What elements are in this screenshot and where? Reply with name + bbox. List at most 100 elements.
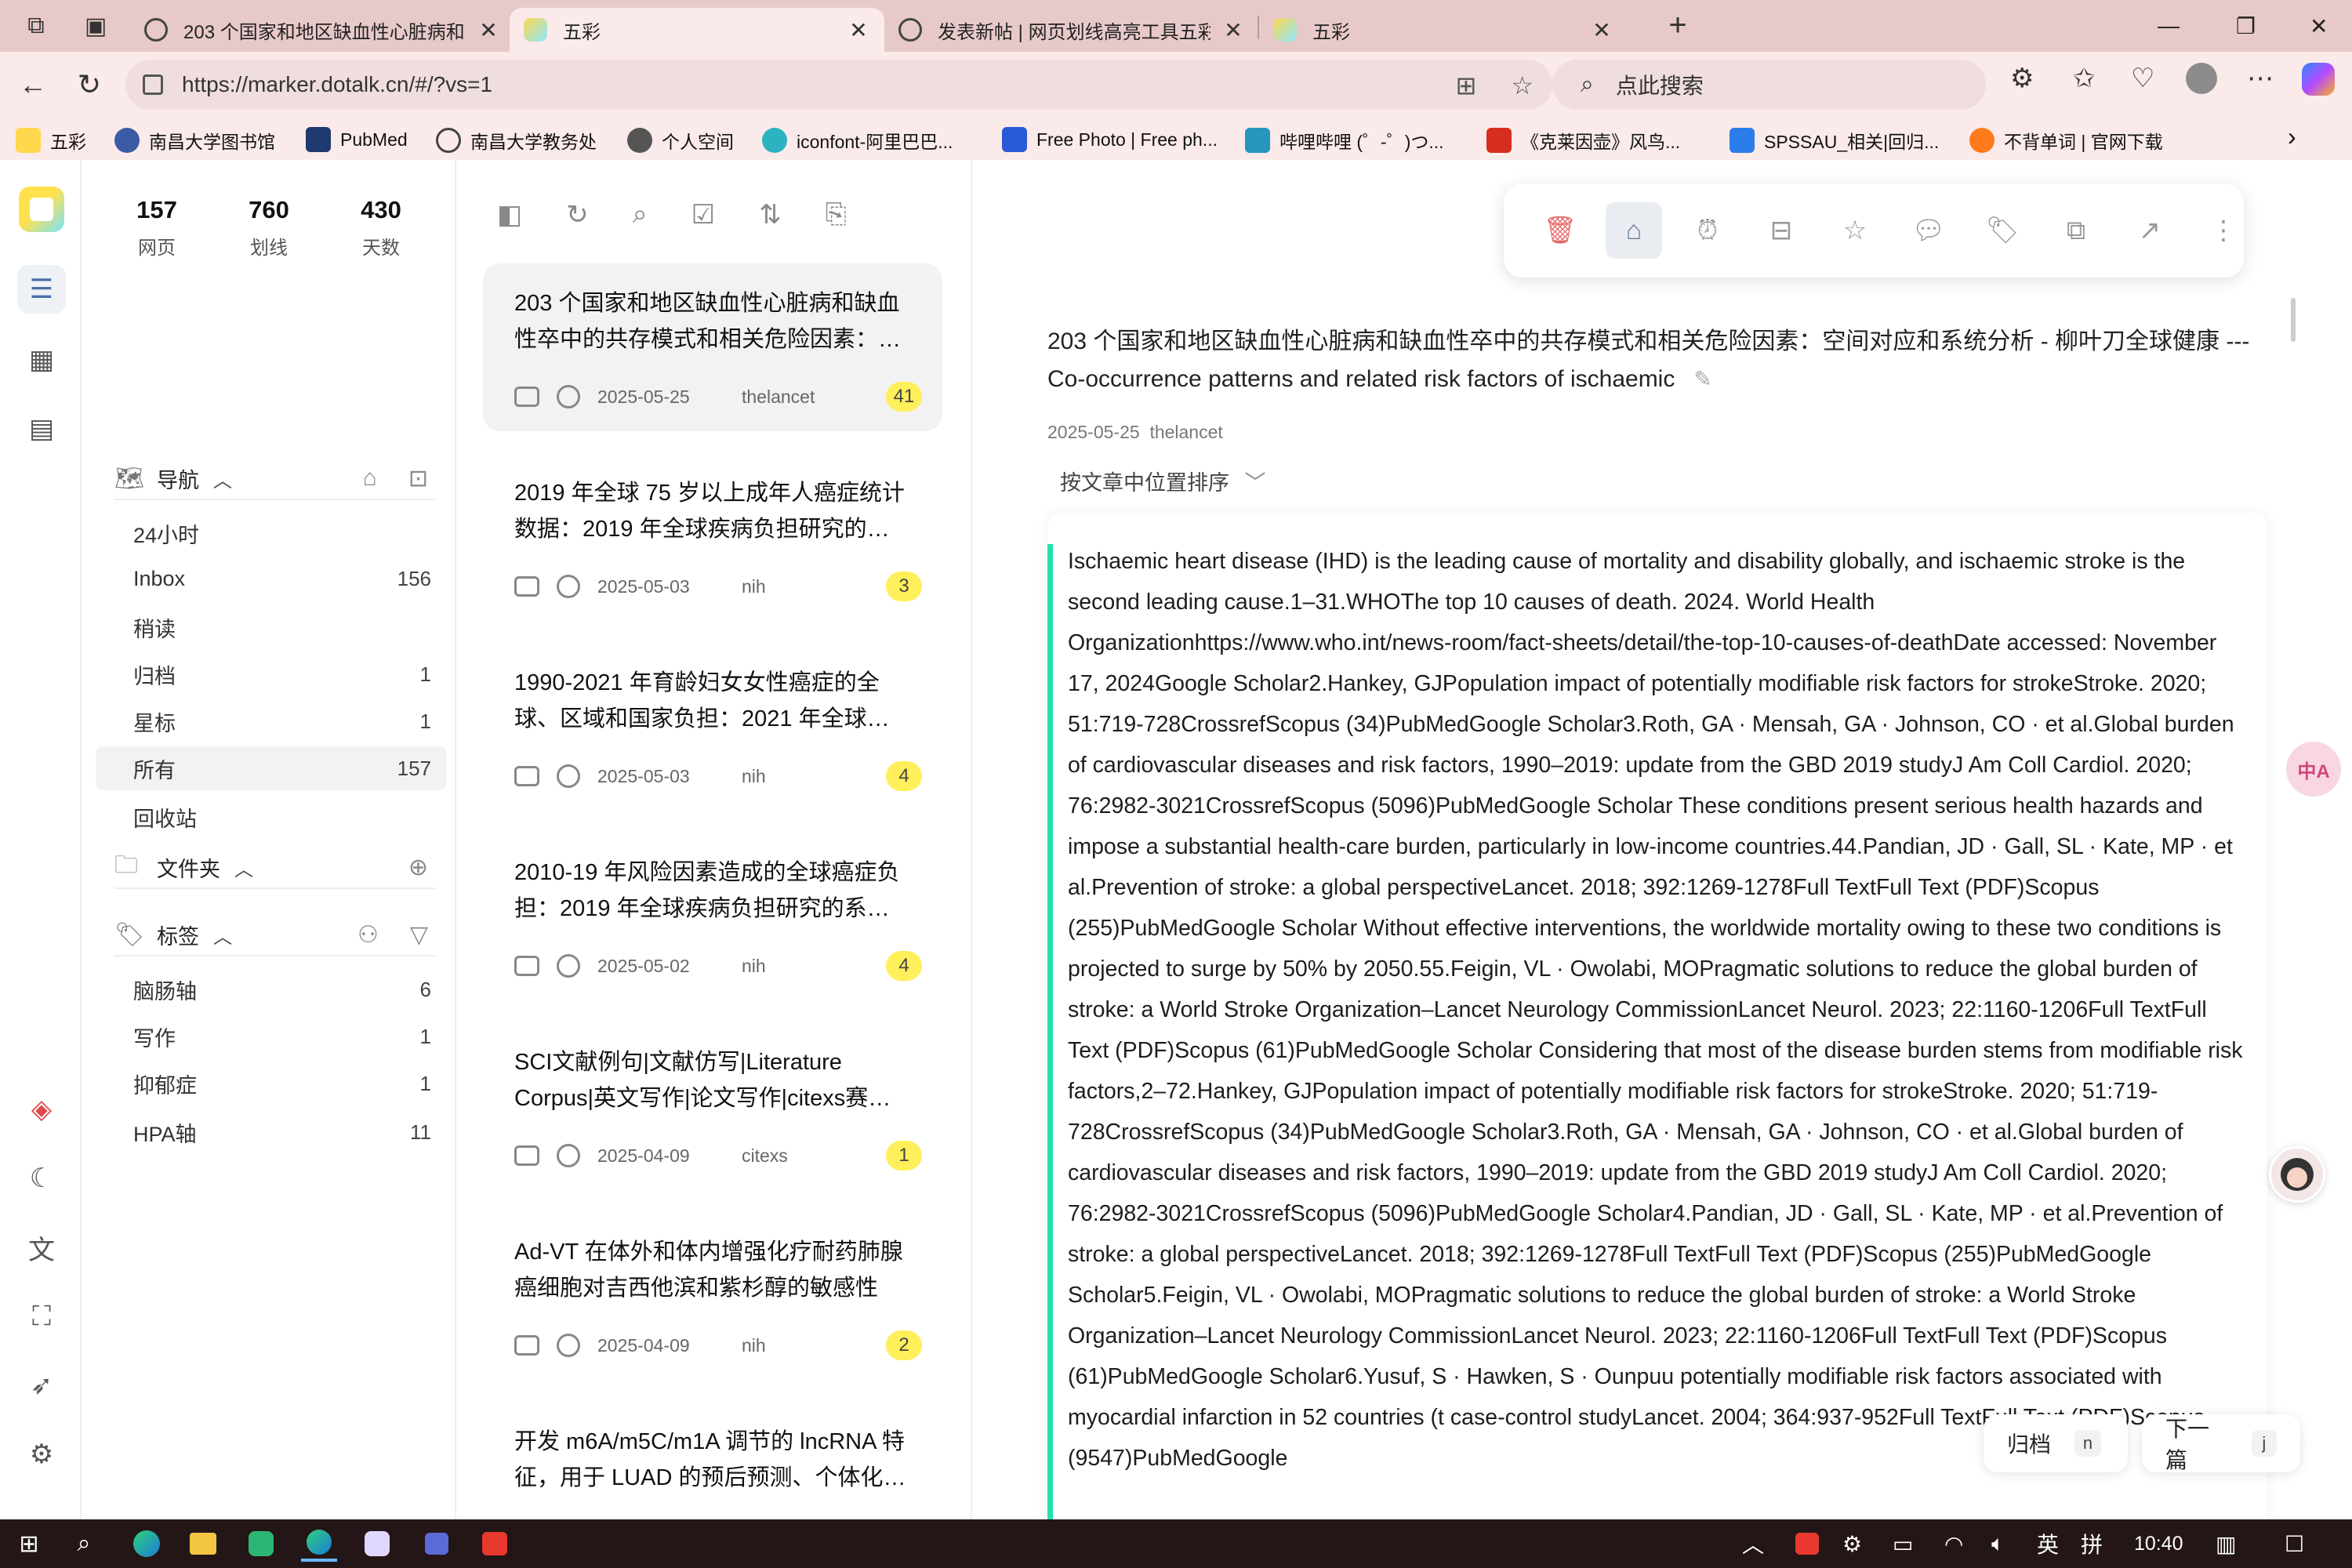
tag-item-depression[interactable]: 抑郁症 1 [96, 1062, 447, 1105]
bookmark-klein[interactable]: 《克莱因壶》风鸟... [1486, 127, 1680, 154]
close-tab-icon[interactable]: ✕ [477, 17, 500, 43]
close-window-button[interactable]: ✕ [2310, 0, 2328, 52]
tag-item-hpa[interactable]: HPA轴 11 [96, 1110, 447, 1154]
battery-icon[interactable]: ▭ [1893, 1519, 1913, 1568]
tab-post[interactable]: 发表新帖 | 网页划线高亮工具五彩 ✕ [884, 8, 1259, 52]
tab-wucai-active[interactable]: 五彩 ✕ [510, 8, 884, 52]
comment-icon[interactable]: 💬︎ [1911, 213, 1946, 248]
archive-button[interactable]: 归档 n [1984, 1414, 2128, 1472]
dark-mode-icon[interactable]: ☾ [17, 1154, 66, 1203]
new-tab-button[interactable]: + [1662, 8, 1693, 42]
article-card[interactable]: 203 个国家和地区缺血性心脏病和缺血性卒中的共存模式和相关危险因素：空间对应和… [483, 263, 942, 431]
ime-grid-icon[interactable]: 拼 [2081, 1519, 2103, 1568]
volume-icon[interactable]: 🔈︎ [1991, 1519, 2005, 1568]
folder-section-header[interactable]: 🗀 文件夹 ︿ ⊕ [114, 847, 436, 889]
settings-tray-icon[interactable]: ⚙ [1842, 1519, 1862, 1568]
tag-tree-icon[interactable]: ⚇ [358, 921, 379, 949]
minimize-button[interactable]: — [2158, 0, 2180, 52]
tab-wucai[interactable]: 五彩 ✕ [1259, 8, 1628, 52]
article-source[interactable]: thelancet [1149, 422, 1222, 442]
chevron-up-icon[interactable]: ︿ [213, 921, 232, 949]
nav-item-inbox[interactable]: Inbox 156 [96, 557, 447, 601]
avatar-app-icon[interactable] [359, 1526, 395, 1562]
tag-item-gut-brain[interactable]: 脑肠轴 6 [96, 967, 447, 1011]
workspaces-icon[interactable]: ⧉ [20, 10, 52, 42]
sort-icon[interactable]: ⇅ [759, 199, 782, 230]
scan-icon[interactable]: ⛶ [17, 1292, 66, 1341]
article-card[interactable]: Ad-VT 在体外和体内增强化疗耐药肺腺癌细胞对吉西他滨和紫杉醇的敏感性 202… [483, 1212, 942, 1380]
profile-avatar[interactable] [2186, 63, 2217, 94]
nav-item-24h[interactable]: 24小时 [96, 511, 447, 555]
favorites-icon[interactable]: ✩ [2073, 63, 2096, 94]
archive-icon[interactable]: ⊟ [1764, 213, 1798, 248]
chevron-up-icon[interactable]: ︿ [234, 854, 253, 881]
bookmark-library[interactable]: 南昌大学图书馆 [114, 127, 275, 154]
bookmark-icon[interactable]: ⊡ [408, 465, 428, 492]
toggle-sidebar-icon[interactable]: ◧ [497, 199, 522, 230]
cat-app-icon[interactable] [419, 1526, 455, 1562]
bookmark-wucai[interactable]: 五彩 [16, 127, 86, 154]
widgets-icon[interactable]: ▥ [2216, 1519, 2236, 1568]
edit-pencil-icon[interactable]: ✎ [1693, 367, 1711, 391]
restore-button[interactable]: ❐ [2236, 0, 2256, 52]
nav-item-read-later[interactable]: 稍读 [96, 605, 447, 649]
bookmark-jwc[interactable]: 南昌大学教务处 [436, 127, 597, 154]
nav-item-starred[interactable]: 星标 1 [96, 699, 447, 743]
edge-icon[interactable] [129, 1526, 165, 1562]
browser-essentials-icon[interactable]: ♡ [2131, 63, 2154, 94]
favorite-star-icon[interactable]: ☆ [1511, 71, 1534, 100]
close-tab-icon[interactable]: ✕ [1221, 17, 1245, 43]
tag-item-writing[interactable]: 写作 1 [96, 1014, 447, 1058]
grid-view-icon[interactable]: ▦ [17, 336, 66, 384]
refresh-icon[interactable]: ↻ [566, 199, 589, 230]
nav-item-archive[interactable]: 归档 1 [96, 652, 447, 696]
bookmark-freephoto[interactable]: Free Photo | Free ph... [1002, 127, 1218, 152]
bookmark-pubmed[interactable]: PubMed [306, 127, 408, 152]
search-icon[interactable]: ⌕ [66, 1526, 102, 1562]
inbox-icon[interactable]: ⌂ [1606, 202, 1662, 259]
app-available-icon[interactable]: ⊞ [1456, 71, 1477, 100]
more-vertical-icon[interactable]: ⋮ [2206, 213, 2241, 248]
ime-indicator[interactable]: 英 [2037, 1519, 2059, 1568]
article-card[interactable]: 1990-2021 年育龄妇女女性癌症的全球、区域和国家负担：2021 年全球疾… [483, 643, 942, 811]
vertical-tabs-icon[interactable]: ▣ [80, 10, 111, 42]
assistant-avatar[interactable] [2269, 1146, 2325, 1203]
search-box[interactable]: ⌕ 点此搜索 [1552, 60, 1986, 110]
back-button[interactable]: ← [14, 66, 52, 103]
bookmark-spssau[interactable]: SPSSAU_相关|回归... [1730, 127, 1939, 154]
bookmark-bilibili[interactable]: 哔哩哔哩 (゜-゜)つ... [1245, 127, 1444, 154]
delete-icon[interactable]: 🗑︎ [1543, 213, 1577, 248]
url-field[interactable]: https://marker.dotalk.cn/#/?vs=1 ⊞ ☆ [125, 60, 1552, 110]
star-icon[interactable]: ☆ [1838, 213, 1872, 248]
more-menu-icon[interactable]: ⋯ [2247, 63, 2274, 94]
bookmark-iconfont[interactable]: iconfont-阿里巴巴... [762, 127, 953, 154]
search-icon[interactable]: ⌕ [633, 199, 648, 230]
notifications-icon[interactable]: ☐ [2285, 1519, 2304, 1568]
bookmark-space[interactable]: 个人空间 [627, 127, 734, 154]
select-icon[interactable]: ☑ [691, 199, 715, 230]
edge-active-icon[interactable] [301, 1526, 337, 1562]
bookmarks-overflow-icon[interactable]: › [2288, 122, 2296, 151]
file-explorer-icon[interactable] [185, 1526, 221, 1562]
nav-item-all[interactable]: 所有 157 [96, 746, 447, 790]
article-card[interactable]: SCI文献例句|文献仿写|Literature Corpus|英文写作|论文写作… [483, 1022, 942, 1190]
list-view-icon[interactable]: ☰ [17, 265, 66, 314]
nav-section-header[interactable]: 🗺︎ 导航 ︿ ⌂ ⊡ [114, 458, 436, 500]
scrollbar-thumb[interactable] [2291, 298, 2296, 342]
inbox-icon[interactable]: ⌂ [363, 465, 377, 492]
copy-icon[interactable]: ⧉ [2059, 213, 2093, 248]
tab-article[interactable]: 203 个国家和地区缺血性心脏病和 ✕ [130, 8, 514, 52]
chevron-up-icon[interactable]: ︿ [213, 465, 232, 492]
wps-tray-icon[interactable] [1795, 1519, 1819, 1568]
app-green-icon[interactable] [243, 1526, 279, 1562]
alarm-icon[interactable]: ⏰︎ [1690, 213, 1725, 248]
tray-overflow-icon[interactable]: ︿ [1742, 1519, 1764, 1568]
tags-section-header[interactable]: 🏷︎ 标签 ︿ ⚇ ▽ [114, 914, 436, 956]
translate-float-button[interactable]: 中A [2286, 742, 2341, 797]
tag-icon[interactable]: 🏷︎ [1985, 213, 2020, 248]
add-folder-icon[interactable]: ⊕ [408, 854, 428, 881]
card-view-icon[interactable]: ▤ [17, 405, 66, 453]
sort-dropdown[interactable]: 按文章中位置排序 ﹀ [1060, 466, 1266, 496]
start-icon[interactable]: ⊞ [11, 1526, 47, 1562]
settings-gear-icon[interactable]: ⚙ [17, 1430, 66, 1479]
